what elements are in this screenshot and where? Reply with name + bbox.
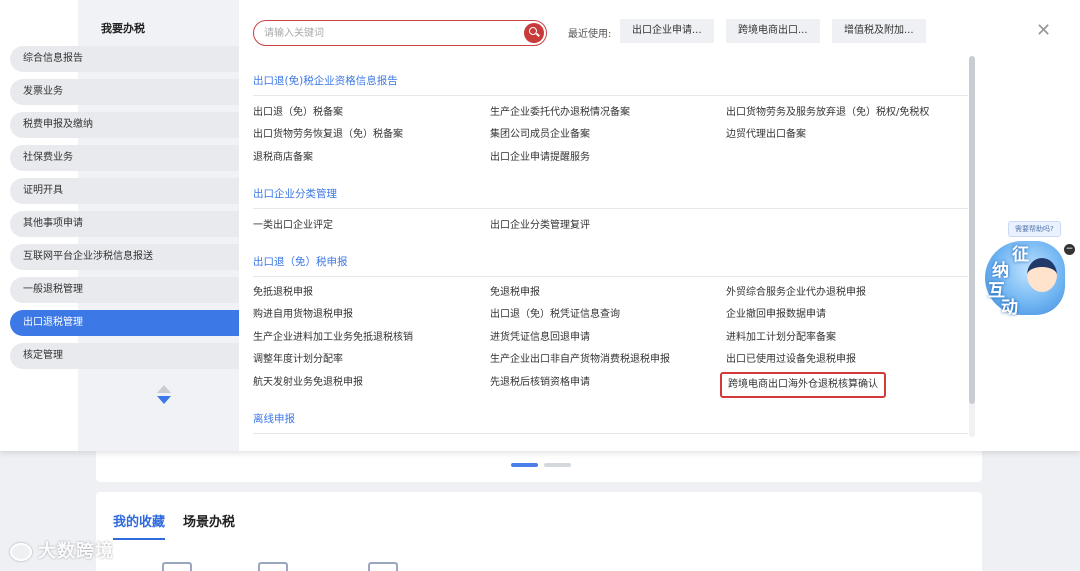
shortcut-icon[interactable] — [258, 562, 288, 571]
scrollbar-thumb[interactable] — [969, 56, 975, 404]
menu-link[interactable]: 边贸代理出口备案 — [726, 128, 806, 142]
pager-dot[interactable] — [544, 463, 571, 467]
menu-link[interactable]: 企业撤回申报数据申请 — [726, 308, 826, 322]
menu-link[interactable]: 生产企业委托代办退税情况备案 — [490, 106, 630, 120]
sidebar-title: 我要办税 — [101, 22, 145, 35]
minimize-icon[interactable]: − — [1064, 244, 1075, 255]
section-title: 出口退（免）税申报 — [253, 251, 968, 277]
watermark: 大数跨境 — [10, 537, 114, 563]
menu-link[interactable]: 退税商店备案 — [253, 151, 313, 165]
watermark-logo-icon — [10, 543, 32, 561]
help-char: 征 — [1012, 245, 1029, 265]
menu-link[interactable]: 出口退（免）税凭证信息查询 — [490, 308, 620, 322]
recent-chip-cross-border[interactable]: 跨境电商出口... — [726, 19, 820, 43]
tab-my-favorites[interactable]: 我的收藏 — [113, 511, 166, 540]
search-box — [253, 20, 547, 46]
menu-link[interactable]: 出口企业分类管理复评 — [490, 219, 590, 233]
shortcut-icon[interactable] — [162, 562, 192, 571]
recent-chip-export-apply[interactable]: 出口企业申请... — [620, 19, 714, 43]
menu-link[interactable]: 外贸综合服务企业代办退税申报 — [726, 286, 866, 300]
sidebar-item-general-refund[interactable]: 一般退税管理 — [10, 277, 239, 303]
sidebar-item-other-requests[interactable]: 其他事项申请 — [10, 211, 239, 237]
section-title: 出口企业分类管理 — [253, 183, 968, 209]
scroll-down-icon[interactable] — [157, 396, 171, 404]
help-bubble[interactable]: 需要帮助吗? — [1008, 221, 1061, 237]
tax-menu-panel: 我要办税 综合信息报告 发票业务 税费申报及缴纳 社保费业务 证明开具 其他事项… — [0, 0, 1080, 451]
search-input[interactable] — [264, 21, 514, 45]
favorites-tabs: 我的收藏 场景办税 — [113, 511, 235, 540]
tab-scenario-tax[interactable]: 场景办税 — [183, 511, 235, 540]
scroll-up-icon[interactable] — [157, 385, 171, 393]
sidebar-item-social-security[interactable]: 社保费业务 — [10, 145, 239, 171]
pager-dot-active[interactable] — [511, 463, 538, 467]
recent-chip-vat[interactable]: 增值税及附加... — [832, 19, 926, 43]
menu-link[interactable]: 进料加工计划分配率备案 — [726, 331, 836, 345]
help-char: 动 — [1001, 298, 1018, 318]
sidebar-item-certificates[interactable]: 证明开具 — [10, 178, 239, 204]
section-title: 离线申报 — [253, 408, 968, 434]
section-qualification: 出口退(免)税企业资格信息报告 出口退（免）税备案 生产企业委托代办退税情况备案… — [253, 70, 968, 163]
watermark-text: 大数跨境 — [38, 541, 114, 562]
sidebar-item-platform-report[interactable]: 互联网平台企业涉税信息报送 — [10, 244, 239, 270]
menu-link[interactable]: 免退税申报 — [490, 286, 540, 300]
sidebar-item-assessment[interactable]: 核定管理 — [10, 343, 239, 369]
menu-link[interactable]: 出口已使用过设备免退税申报 — [726, 353, 856, 367]
shortcut-icon[interactable] — [368, 562, 398, 571]
section-offline-filing: 离线申报 — [253, 408, 968, 434]
carousel-pager[interactable] — [511, 463, 571, 467]
assistant-face-icon — [1027, 258, 1057, 292]
sidebar-item-export-refund[interactable]: 出口退税管理 — [10, 310, 239, 336]
menu-link[interactable]: 先退税后核销资格申请 — [490, 376, 590, 390]
menu-link[interactable]: 集团公司成员企业备案 — [490, 128, 590, 142]
sidebar-item-comprehensive-report[interactable]: 综合信息报告 — [10, 46, 239, 72]
menu-link[interactable]: 购进自用货物退税申报 — [253, 308, 353, 322]
sidebar-item-invoice[interactable]: 发票业务 — [10, 79, 239, 105]
section-title: 出口退(免)税企业资格信息报告 — [253, 70, 968, 96]
sidebar-scroll-control[interactable] — [157, 385, 173, 404]
menu-link[interactable]: 出口企业申请提醒服务 — [490, 151, 590, 165]
menu-link[interactable]: 出口货物劳务恢复退（免）税备案 — [253, 128, 403, 142]
menu-link[interactable]: 调整年度计划分配率 — [253, 353, 343, 367]
menu-link[interactable]: 进货凭证信息回退申请 — [490, 331, 590, 345]
sidebar-item-tax-filing[interactable]: 税费申报及缴纳 — [10, 112, 239, 138]
menu-link[interactable]: 出口退（免）税备案 — [253, 106, 343, 120]
close-icon[interactable]: ✕ — [1036, 22, 1051, 40]
menu-link[interactable]: 一类出口企业评定 — [253, 219, 333, 233]
menu-link[interactable]: 生产企业进料加工业务免抵退税核销 — [253, 331, 413, 345]
menu-link[interactable]: 出口货物劳务及服务放弃退（免）税权/免税权 — [726, 106, 929, 120]
menu-link[interactable]: 免抵退税申报 — [253, 286, 313, 300]
menu-link[interactable]: 生产企业出口非自产货物消费税退税申报 — [490, 353, 670, 367]
menu-link-highlighted[interactable]: 跨境电商出口海外仓退税核算确认 — [720, 372, 886, 398]
search-button[interactable] — [524, 23, 544, 43]
section-refund-filing: 出口退（免）税申报 免抵退税申报 免退税申报 外贸综合服务企业代办退税申报 购进… — [253, 251, 968, 398]
menu-link[interactable]: 航天发射业务免退税申报 — [253, 376, 363, 390]
section-classification: 出口企业分类管理 一类出口企业评定 出口企业分类管理复评 — [253, 183, 968, 231]
recent-label: 最近使用: — [568, 29, 612, 40]
